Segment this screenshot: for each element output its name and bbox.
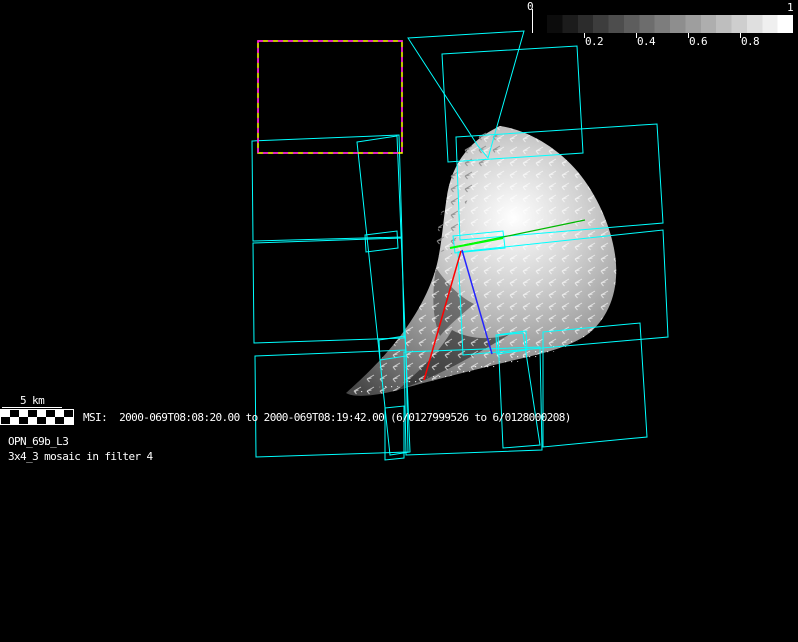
colorbar-min-label: 0 [527, 0, 533, 13]
msi-mosaic-viewer-window: 0 1 0.2 0.4 0.6 0.8 5 km MSI: 2000-069T0… [0, 0, 798, 642]
mosaic-description: 3x4_3 mosaic in filter 4 [8, 450, 153, 463]
colorbar-tick-label: 0.8 [741, 35, 759, 48]
colorbar-tick-label: 0.6 [689, 35, 707, 48]
scene-canvas [0, 0, 798, 642]
scale-bar-checker-row [1, 410, 73, 417]
colorbar-tick-label: 0.4 [637, 35, 655, 48]
colorbar-tick-label: 0.2 [585, 35, 603, 48]
scale-bar-line [2, 407, 62, 408]
colorbar-ramp [547, 15, 793, 33]
colorbar-max-label: 1 [787, 1, 793, 14]
scale-bar-checker-row [1, 417, 73, 424]
scale-bar-label: 5 km [20, 394, 44, 407]
footprint-center-band [357, 136, 410, 455]
footprint-left-row3 [253, 238, 404, 343]
sequence-id: OPN_69b_L3 [8, 435, 68, 448]
asteroid-render [346, 126, 616, 396]
observation-time-range: MSI: 2000-069T08:08:20.00 to 2000-069T08… [83, 411, 571, 424]
scale-bar-checker [0, 409, 74, 425]
footprint-center-box-a [365, 231, 398, 252]
footprint-left-row2 [252, 135, 402, 241]
